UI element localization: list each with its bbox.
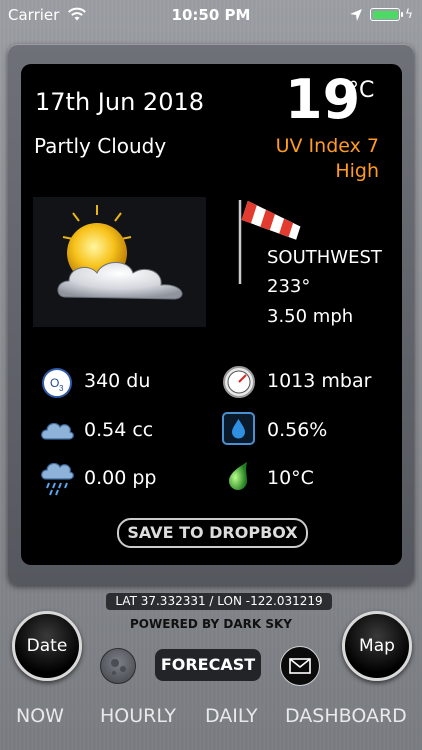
location-arrow-icon bbox=[350, 9, 362, 21]
svg-text:O: O bbox=[50, 376, 59, 390]
ozone-value: 340 du bbox=[84, 370, 151, 392]
partly-cloudy-icon bbox=[33, 197, 206, 327]
water-drop-icon bbox=[222, 412, 255, 445]
coordinates-label: LAT 37.332331 / LON -122.031219 bbox=[106, 593, 332, 610]
tab-dashboard[interactable]: DASHBOARD bbox=[285, 705, 407, 727]
mail-icon[interactable] bbox=[280, 646, 320, 686]
forecast-button[interactable]: FORECAST bbox=[155, 649, 261, 681]
cloud-icon bbox=[41, 422, 74, 440]
tab-hourly[interactable]: HOURLY bbox=[100, 705, 176, 727]
uv-index-level: High bbox=[335, 160, 379, 182]
windsock-icon bbox=[238, 200, 301, 284]
barometer-icon bbox=[223, 366, 255, 398]
status-bar: Carrier 10:50 PM ϟ bbox=[0, 0, 422, 30]
condition-label: Partly Cloudy bbox=[34, 134, 167, 158]
forecast-date: 17th Jun 2018 bbox=[35, 88, 204, 116]
uv-index-value: UV Index 7 bbox=[275, 135, 379, 157]
uv-index: UV Index 7 High bbox=[276, 134, 379, 184]
battery-tip bbox=[401, 12, 403, 17]
dew-point-value: 10°C bbox=[267, 467, 314, 489]
ozone-icon: O 3 bbox=[42, 368, 72, 398]
dew-drop-icon bbox=[229, 462, 247, 490]
pressure-value: 1013 mbar bbox=[267, 370, 372, 392]
charging-bolt-icon: ϟ bbox=[405, 7, 413, 21]
map-button[interactable]: Map bbox=[342, 611, 412, 681]
wind-direction: SOUTHWEST bbox=[267, 247, 382, 268]
tab-daily[interactable]: DAILY bbox=[205, 705, 258, 727]
svg-text:3: 3 bbox=[59, 384, 64, 393]
precipitation-value: 0.00 pp bbox=[84, 467, 157, 489]
humidity-value: 0.56% bbox=[267, 419, 328, 441]
cloud-cover-value: 0.54 cc bbox=[84, 419, 154, 441]
wind-speed: 3.50 mph bbox=[267, 306, 354, 327]
moon-icon[interactable] bbox=[100, 648, 136, 684]
temperature-unit: °C bbox=[348, 78, 375, 103]
rain-cloud-icon bbox=[41, 462, 74, 496]
wind-degrees: 233° bbox=[267, 276, 311, 297]
tab-now[interactable]: NOW bbox=[16, 705, 64, 727]
date-button[interactable]: Date bbox=[12, 611, 82, 681]
save-to-dropbox-button[interactable]: SAVE TO DROPBOX bbox=[117, 518, 308, 548]
battery-icon bbox=[370, 8, 400, 21]
